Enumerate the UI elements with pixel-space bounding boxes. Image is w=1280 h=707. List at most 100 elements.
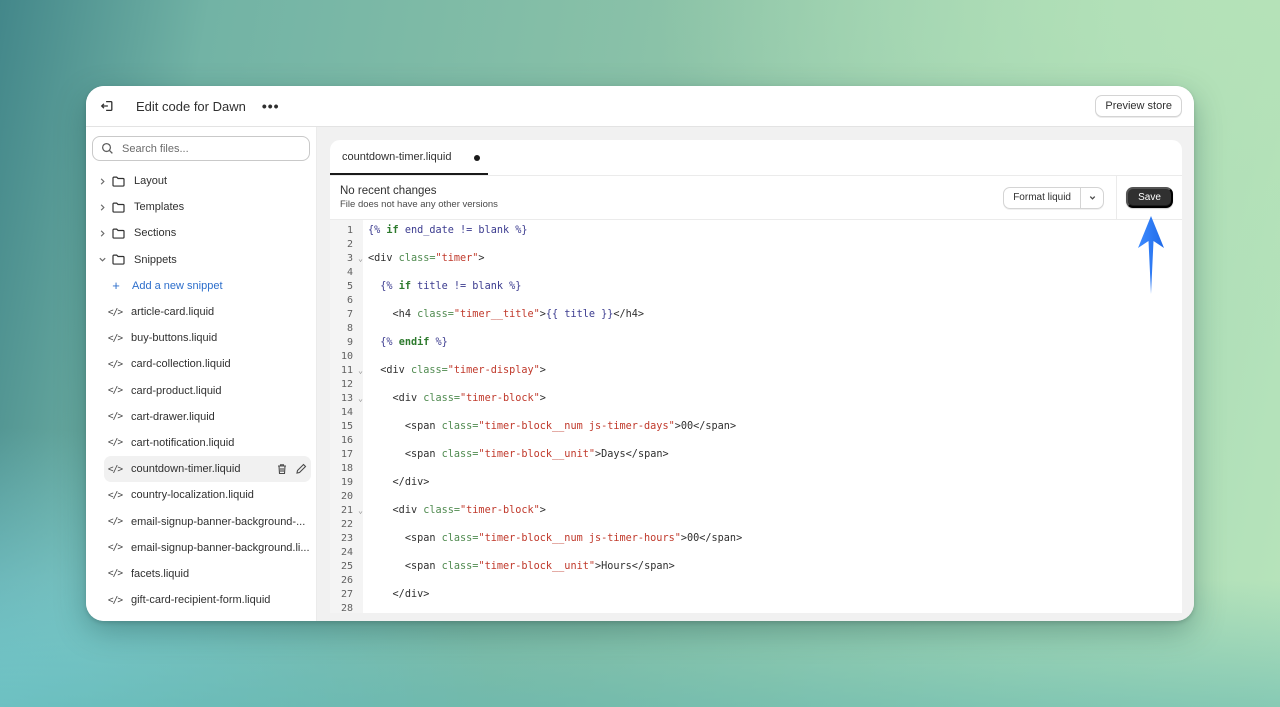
code-token: title != blank bbox=[410, 281, 510, 292]
file-item[interactable]: </> gift-card-recipient-form.liquid bbox=[92, 587, 310, 613]
code-token: <div bbox=[368, 253, 399, 264]
line-number: 20 bbox=[340, 491, 353, 502]
code-file-icon: </> bbox=[107, 463, 123, 475]
code-content[interactable]: {% if end_date != blank %} <div class="ti… bbox=[363, 220, 1182, 613]
code-token: if bbox=[386, 225, 399, 236]
line-number: 11 ⌄ bbox=[340, 364, 363, 378]
search-box[interactable] bbox=[92, 136, 310, 161]
format-liquid-group: Format liquid bbox=[1003, 186, 1104, 209]
file-label: countdown-timer.liquid bbox=[131, 463, 241, 476]
file-item[interactable]: </> buy-buttons.liquid bbox=[92, 325, 310, 351]
chevron-right-icon[interactable] bbox=[96, 203, 108, 212]
search-input[interactable] bbox=[122, 142, 292, 155]
fold-chevron-icon[interactable]: ⌄ bbox=[358, 392, 363, 406]
code-token: 00 bbox=[686, 533, 700, 544]
code-token: class= bbox=[441, 533, 479, 544]
code-line: <h4 class="timer__title">{{ title }}</h4… bbox=[368, 308, 1182, 322]
code-editor[interactable]: 1 2 3 ⌄ 4 5 6 7 8 9 10 11 ⌄ 12 13 ⌄ 14 15 16 17 18 19 20 21 ⌄ 22 2… bbox=[330, 220, 1182, 613]
fold-chevron-icon[interactable]: ⌄ bbox=[358, 364, 363, 378]
file-item[interactable]: </> cart-notification.liquid bbox=[92, 430, 310, 456]
file-label: email-signup-banner-background.li... bbox=[131, 541, 310, 554]
line-number: 8 bbox=[346, 323, 353, 334]
line-number: 21 ⌄ bbox=[340, 504, 363, 518]
more-actions-icon[interactable]: ••• bbox=[262, 98, 280, 114]
unsaved-indicator-icon bbox=[474, 155, 480, 161]
exit-icon[interactable] bbox=[100, 98, 116, 114]
search-icon bbox=[101, 142, 114, 155]
code-file-icon: </> bbox=[107, 332, 123, 344]
tab-countdown-timer[interactable]: countdown-timer.liquid bbox=[330, 140, 488, 175]
code-line: {% if end_date != blank %} bbox=[368, 224, 1182, 238]
folder-label: Layout bbox=[134, 175, 168, 188]
code-token: </span> bbox=[693, 421, 737, 432]
line-number: 16 bbox=[340, 435, 353, 446]
code-token: </h4> bbox=[613, 309, 645, 320]
code-token: Days bbox=[601, 449, 626, 460]
file-item[interactable]: </> cart-drawer.liquid bbox=[92, 404, 310, 430]
code-token: <div bbox=[392, 393, 424, 404]
folder-label: Snippets bbox=[134, 253, 177, 266]
code-token: {% bbox=[368, 225, 387, 236]
file-label: card-product.liquid bbox=[131, 384, 222, 397]
save-button[interactable]: Save bbox=[1126, 187, 1173, 208]
line-number: 9 bbox=[346, 337, 353, 348]
code-token: "timer-block" bbox=[460, 393, 540, 404]
format-options-dropdown[interactable] bbox=[1081, 188, 1103, 208]
code-token: "timer-display" bbox=[447, 365, 540, 376]
code-line: <span class="timer-block__unit">Hours</s… bbox=[368, 560, 1182, 574]
file-item[interactable]: </> email-signup-banner-background-... bbox=[92, 508, 310, 534]
line-number: 15 bbox=[340, 421, 353, 432]
add-snippet-link[interactable]: + Add a new snippet bbox=[92, 273, 310, 299]
code-token: </div> bbox=[392, 589, 430, 600]
page-title: Edit code for Dawn bbox=[136, 98, 246, 114]
code-token: <span bbox=[404, 533, 442, 544]
trash-icon[interactable] bbox=[276, 463, 288, 475]
status-title: No recent changes bbox=[340, 185, 437, 197]
code-token: </span> bbox=[625, 449, 669, 460]
code-token: > bbox=[539, 393, 546, 404]
chevron-right-icon[interactable] bbox=[96, 229, 108, 238]
code-token: class= bbox=[423, 505, 461, 516]
line-number: 23 bbox=[340, 533, 353, 544]
pencil-icon[interactable] bbox=[295, 463, 307, 475]
chevron-right-icon[interactable] bbox=[96, 177, 108, 186]
code-token: <div bbox=[392, 505, 424, 516]
code-line: <span class="timer-block__unit">Days</sp… bbox=[368, 448, 1182, 462]
folder-icon bbox=[112, 201, 126, 213]
code-file-icon: </> bbox=[107, 594, 123, 606]
editor-area: countdown-timer.liquid No recent changes… bbox=[317, 127, 1194, 621]
folder-templates[interactable]: Templates bbox=[92, 194, 310, 220]
code-token: class= bbox=[423, 393, 461, 404]
folder-label: Templates bbox=[134, 201, 185, 214]
file-item[interactable]: </> card-product.liquid bbox=[92, 378, 310, 404]
folder-layout[interactable]: Layout bbox=[92, 168, 310, 194]
file-item[interactable]: </> country-localization.liquid bbox=[92, 482, 310, 508]
file-item[interactable]: </> email-signup-banner-background.li... bbox=[92, 535, 310, 561]
folder-snippets[interactable]: Snippets bbox=[92, 247, 310, 273]
file-item[interactable]: </> card-collection.liquid bbox=[92, 351, 310, 377]
line-number: 18 bbox=[340, 463, 353, 474]
file-item[interactable]: </> facets.liquid bbox=[92, 561, 310, 587]
file-item[interactable]: </> article-card.liquid bbox=[92, 299, 310, 325]
line-number: 2 bbox=[346, 239, 353, 250]
fold-chevron-icon[interactable]: ⌄ bbox=[358, 252, 363, 266]
folder-sections[interactable]: Sections bbox=[92, 220, 310, 246]
format-liquid-button[interactable]: Format liquid bbox=[1004, 187, 1081, 208]
chevron-down-icon[interactable] bbox=[96, 255, 108, 264]
file-item[interactable]: </> countdown-timer.liquid bbox=[104, 456, 311, 483]
preview-store-button[interactable]: Preview store bbox=[1095, 95, 1182, 117]
file-label: buy-buttons.liquid bbox=[131, 332, 218, 345]
fold-chevron-icon[interactable]: ⌄ bbox=[358, 504, 363, 518]
